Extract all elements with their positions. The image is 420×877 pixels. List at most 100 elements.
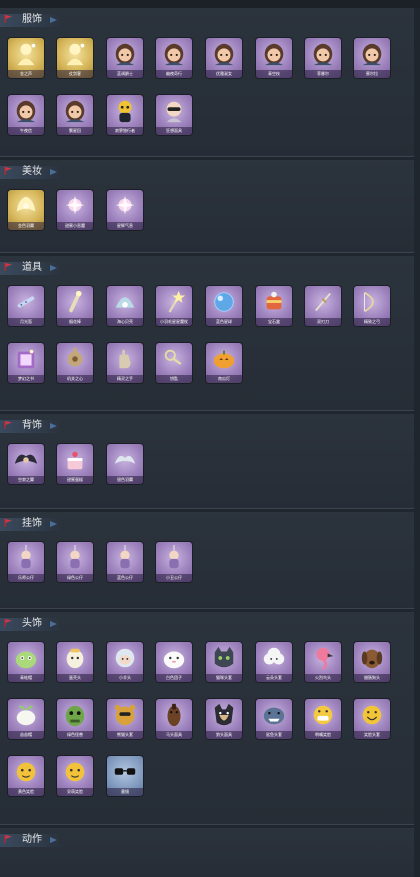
item-card[interactable]: 宝石盒 <box>256 286 292 326</box>
flute-icon <box>17 296 35 308</box>
item-card[interactable]: 银色羽翼 <box>107 444 143 484</box>
item-card[interactable]: 钥匙 <box>156 343 192 383</box>
item-card[interactable]: 云朵头套 <box>256 642 292 682</box>
item-card[interactable]: 双刃刀 <box>305 286 341 326</box>
item-card[interactable]: 小丑公仔 <box>156 542 192 582</box>
item-card[interactable]: 苗苗帽 <box>8 699 44 739</box>
item-card[interactable]: 狼头面具 <box>206 699 242 739</box>
flag-icon <box>4 519 12 527</box>
item-card[interactable]: 蜜尔拉 <box>354 38 390 78</box>
item-card[interactable]: 寂寥独行者 <box>107 95 143 135</box>
bear-head-icon <box>114 704 136 726</box>
flag-icon <box>4 263 12 271</box>
item-label: 狼头面具 <box>206 731 242 739</box>
section-title: 挂饰 <box>22 518 42 529</box>
item-card[interactable]: 狂想面具 <box>156 95 192 135</box>
item-card[interactable]: 白色团子 <box>156 642 192 682</box>
item-card[interactable]: 金之声 <box>8 38 44 78</box>
item-card[interactable]: 火烈鸟头 <box>305 642 341 682</box>
header-arrow-icon <box>50 423 57 429</box>
item-card[interactable]: 午夜信 <box>8 95 44 135</box>
item-card[interactable]: 精致之弓 <box>354 286 390 326</box>
item-label: 机关之心 <box>57 375 93 383</box>
pumpkin-icon <box>213 350 235 369</box>
doll-icon <box>70 545 80 569</box>
item-card[interactable]: 月光笛 <box>8 286 44 326</box>
header-arrow-icon <box>50 621 57 627</box>
item-card[interactable]: 乐师公仔 <box>8 542 44 582</box>
item-card[interactable]: 猫咪头套 <box>206 642 242 682</box>
item-label: 空寂之翼 <box>8 476 44 484</box>
item-label: 蓝色星球 <box>206 318 242 326</box>
flag-icon <box>4 421 12 429</box>
dog-head-icon <box>361 649 383 669</box>
wolf-head-icon <box>214 703 234 726</box>
shark-head-icon <box>263 707 285 725</box>
item-label: 咧嘴笑脸 <box>305 731 341 739</box>
item-card[interactable]: 蓝色公仔 <box>107 542 143 582</box>
item-card[interactable]: 蛋壳头 <box>57 642 93 682</box>
item-label: 青蛙帽 <box>8 674 44 682</box>
item-card[interactable]: 鲨鱼头套 <box>256 699 292 739</box>
item-label: 仗剑客 <box>57 70 93 78</box>
item-card[interactable]: 绿色怪兽 <box>57 699 93 739</box>
blade-icon <box>315 292 331 312</box>
item-card[interactable]: 南瓜灯 <box>206 343 242 383</box>
item-label: 呆萌笑脸 <box>57 788 93 796</box>
item-card[interactable]: 机关之心 <box>57 343 93 383</box>
flamingo-icon <box>316 647 334 671</box>
section-title: 美妆 <box>22 166 42 177</box>
sheep-head-icon <box>115 648 135 668</box>
item-card[interactable]: 腊肠狗头 <box>354 642 390 682</box>
wand-icon <box>168 290 186 313</box>
item-card[interactable]: 优雅淑女 <box>206 38 242 78</box>
item-label: 绿色怪兽 <box>57 731 93 739</box>
section-header: 服饰 <box>0 14 62 27</box>
item-card[interactable]: 蓝色星球 <box>206 286 242 326</box>
yellow-face-icon <box>16 762 36 782</box>
character-portrait-icon <box>164 43 184 66</box>
item-card[interactable]: 蓝调爵士 <box>107 38 143 78</box>
item-card[interactable]: 绿色公仔 <box>57 542 93 582</box>
item-card[interactable]: 菲娜尔 <box>305 38 341 78</box>
item-card[interactable]: 笑脸头套 <box>354 699 390 739</box>
item-label: 绿色公仔 <box>57 574 93 582</box>
item-label: 幽夜奇行 <box>156 70 192 78</box>
item-card[interactable]: 星辉气息 <box>107 190 143 230</box>
item-card[interactable]: 马头面具 <box>156 699 192 739</box>
item-card[interactable]: 梦幻之书 <box>8 343 44 383</box>
section-title: 动作 <box>22 834 42 845</box>
item-label: 狂想面具 <box>156 127 192 135</box>
golden-wing-icon <box>16 196 36 212</box>
item-card[interactable]: 海心贝壳 <box>107 286 143 326</box>
item-card[interactable]: 咧嘴笑脸 <box>305 699 341 739</box>
item-card[interactable]: 熊猫头套 <box>107 699 143 739</box>
doll-icon <box>169 545 179 569</box>
item-card[interactable]: 小羊头 <box>107 642 143 682</box>
item-card[interactable]: 仗剑客 <box>57 38 93 78</box>
item-card[interactable]: 黄色笑脸 <box>8 756 44 796</box>
item-card[interactable]: 幽夜奇行 <box>156 38 192 78</box>
character-portrait-icon <box>214 43 234 66</box>
horse-head-icon <box>167 703 181 727</box>
item-card[interactable]: 烟花棒 <box>57 286 93 326</box>
item-card[interactable]: 精灵之手 <box>107 343 143 383</box>
item-card[interactable]: 甜蜜蛋糕 <box>57 444 93 484</box>
bow-icon <box>364 291 374 313</box>
item-card[interactable]: 空寂之翼 <box>8 444 44 484</box>
item-label: 银色羽翼 <box>107 476 143 484</box>
grin-face-icon <box>313 705 333 725</box>
item-card[interactable]: 甜蜜小恶魔 <box>57 190 93 230</box>
item-card[interactable]: 青空枝 <box>256 38 292 78</box>
section-1: 美妆金色羽翼 甜蜜小恶魔 星辉气息 <box>0 160 414 253</box>
item-card[interactable]: 墨镜 <box>107 756 143 796</box>
item-card[interactable]: 小羽毛星星魔杖 <box>156 286 192 326</box>
item-card[interactable]: 金色羽翼 <box>8 190 44 230</box>
item-card[interactable]: 繁星回 <box>57 95 93 135</box>
blue-orb-icon <box>214 292 234 312</box>
book-icon <box>17 349 35 369</box>
item-card[interactable]: 呆萌笑脸 <box>57 756 93 796</box>
item-card[interactable]: 青蛙帽 <box>8 642 44 682</box>
section-title: 头饰 <box>22 618 42 629</box>
character-portrait-icon <box>362 43 382 66</box>
